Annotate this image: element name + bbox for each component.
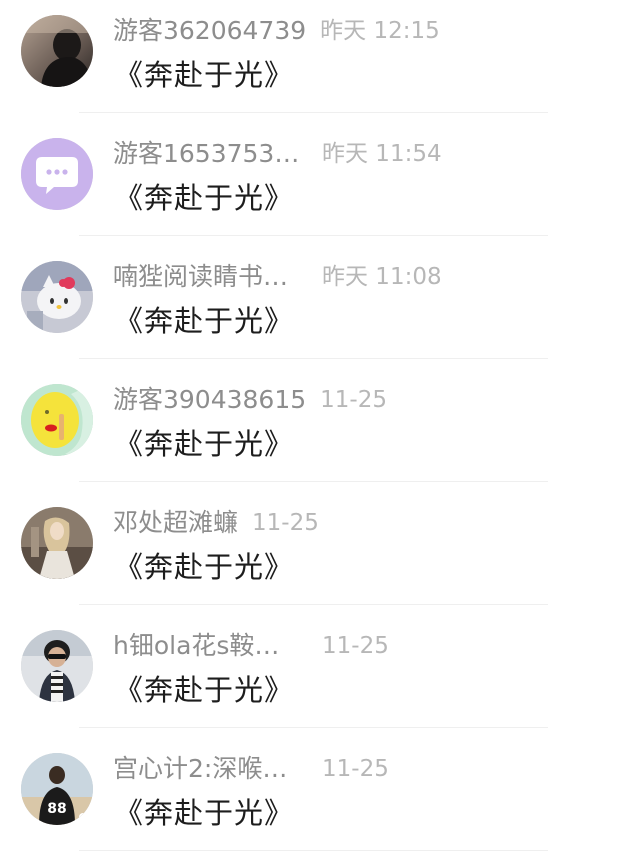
username[interactable]: 喃狴阅读睛书… [113,260,301,294]
timestamp: 11-25 [322,756,389,782]
list-item[interactable]: h钿ola花s鞍… 11-25 《奔赴于光》 [0,615,640,738]
man-sunglasses-avatar[interactable] [21,630,93,702]
comment-meta: 宫心计2:深喉… 11-25 [113,752,389,786]
divider [79,358,548,359]
chat-bubble-avatar[interactable] [21,138,93,210]
comment-meta: 喃狴阅读睛书… 昨天 11:08 [113,260,442,294]
book-title[interactable]: 《奔赴于光》 [114,178,294,218]
timestamp: 昨天 12:15 [320,18,440,44]
book-title[interactable]: 《奔赴于光》 [114,670,294,710]
divider [79,727,548,728]
timestamp: 昨天 11:08 [322,264,442,290]
username[interactable]: 游客362064739 [113,14,306,48]
comment-meta: h钿ola花s鞍… 11-25 [113,629,389,663]
divider [79,235,548,236]
list-item[interactable]: 邓处超滩蠊 11-25 《奔赴于光》 [0,492,640,615]
username[interactable]: 邓处超滩蠊 [113,506,238,540]
username[interactable]: 宫心计2:深喉… [113,752,301,786]
username[interactable]: 游客1653753… [113,137,301,171]
book-title[interactable]: 《奔赴于光》 [114,793,294,833]
list-item[interactable]: 游客1653753… 昨天 11:54 《奔赴于光》 [0,123,640,246]
list-item[interactable]: 游客362064739 昨天 12:15 《奔赴于光》 [0,0,640,123]
book-title[interactable]: 《奔赴于光》 [114,55,294,95]
timestamp: 11-25 [320,387,387,413]
timestamp: 11-25 [322,633,389,659]
timestamp: 昨天 11:54 [322,141,442,167]
comment-meta: 游客1653753… 昨天 11:54 [113,137,442,171]
book-title[interactable]: 《奔赴于光》 [114,424,294,464]
svg-text:88: 88 [47,801,66,817]
girl-photo-avatar[interactable] [21,507,93,579]
soccer-jersey-avatar[interactable]: 88 [21,753,93,825]
book-title[interactable]: 《奔赴于光》 [114,547,294,587]
comment-meta: 游客362064739 昨天 12:15 [113,14,440,48]
list-item[interactable]: 游客390438615 11-25 《奔赴于光》 [0,369,640,492]
yellow-face-avatar[interactable] [21,384,93,456]
comment-list: 游客362064739 昨天 12:15 《奔赴于光》 游客1653753… 昨天 … [0,0,640,853]
divider [79,481,548,482]
username[interactable]: h钿ola花s鞍… [113,629,301,663]
list-item[interactable]: 喃狴阅读睛书… 昨天 11:08 《奔赴于光》 [0,246,640,369]
list-item[interactable]: 88 宫心计2:深喉… 11-25 《奔赴于光》 [0,738,640,853]
timestamp: 11-25 [252,510,319,536]
divider [79,112,548,113]
username[interactable]: 游客390438615 [113,383,306,417]
book-title[interactable]: 《奔赴于光》 [114,301,294,341]
hello-kitty-avatar[interactable] [21,261,93,333]
divider [79,850,548,851]
divider [79,604,548,605]
dark-silhouette-avatar[interactable] [21,15,93,87]
comment-meta: 邓处超滩蠊 11-25 [113,506,319,540]
comment-meta: 游客390438615 11-25 [113,383,387,417]
